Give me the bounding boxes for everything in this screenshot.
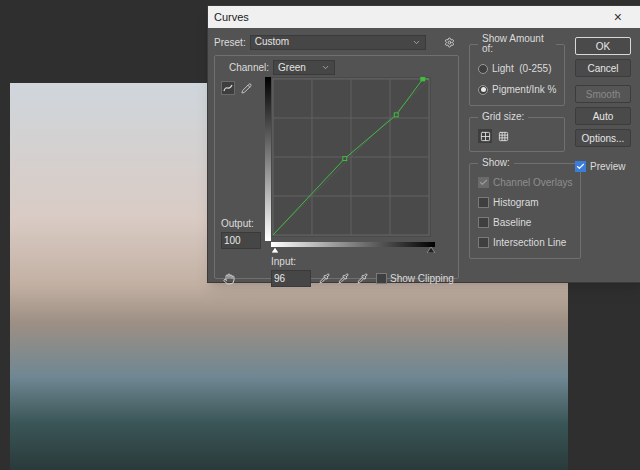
radio-option[interactable]: Pigment/Ink % [478, 82, 556, 97]
fine-grid-icon [498, 131, 509, 142]
curve-graph[interactable] [271, 77, 431, 237]
curve-point[interactable] [421, 77, 425, 81]
white-point-slider-icon[interactable] [271, 247, 279, 253]
show-option-checkbox [478, 177, 489, 188]
curve-tool-icon [223, 83, 233, 93]
preview-label: Preview [590, 159, 626, 174]
chevron-down-icon [412, 38, 421, 47]
targeted-adjustment-icon[interactable] [223, 273, 235, 285]
gear-icon[interactable] [444, 37, 455, 48]
grid-size-button[interactable] [478, 129, 492, 143]
title-bar[interactable]: Curves × [208, 6, 640, 28]
channel-dropdown[interactable]: Green [273, 60, 335, 75]
preset-dropdown[interactable]: Custom [250, 35, 426, 50]
dialog-button[interactable]: Options... [575, 129, 631, 147]
input-field[interactable]: 96 [271, 270, 311, 287]
show-option-checkbox[interactable] [478, 197, 489, 208]
show-option-checkbox[interactable] [478, 217, 489, 228]
curve-point[interactable] [394, 113, 398, 117]
channel-label: Channel: [229, 60, 269, 75]
input-label: Input: [271, 254, 454, 269]
coarse-grid-icon [480, 131, 491, 142]
curve-panel: Channel:GreenOutput:100Input:96Show Clip… [214, 55, 459, 279]
show-group: Show:Channel OverlaysHistogramBaselineIn… [469, 158, 581, 259]
show-clipping-checkbox[interactable] [376, 273, 387, 284]
show-option-label: Baseline [493, 215, 531, 230]
show-option-checkbox[interactable] [478, 237, 489, 248]
curves-dialog: Curves × Preset: Custom Channel: Green Output:… [207, 5, 640, 283]
curve-tool-button[interactable] [221, 81, 235, 95]
check-icon [576, 162, 585, 171]
dialog-button[interactable]: Auto [575, 107, 631, 125]
show-option-label: Channel Overlays [493, 175, 572, 190]
curve-point[interactable] [343, 157, 347, 161]
check-icon [479, 178, 488, 187]
preview-checkbox[interactable] [575, 161, 586, 172]
output-field[interactable]: 100 [221, 232, 261, 249]
grid-size-group: Grid size: [469, 112, 565, 152]
show-amount-group: Show Amount of:Light (0-255)Pigment/Ink … [469, 34, 565, 106]
show-option-label: Intersection Line [493, 235, 566, 250]
preset-label: Preset: [214, 35, 246, 50]
black-eyedropper-icon[interactable] [319, 273, 330, 284]
dialog-button[interactable]: OK [575, 37, 631, 55]
curve-line[interactable] [273, 79, 429, 235]
radio-option[interactable]: Light (0-255) [478, 61, 556, 76]
black-point-slider-icon[interactable] [427, 247, 435, 253]
show-option-label: Histogram [493, 195, 539, 210]
pencil-icon[interactable] [241, 83, 252, 94]
window-title: Curves [214, 9, 249, 26]
gray-eyedropper-icon[interactable] [338, 273, 349, 284]
input-gradient [271, 242, 435, 247]
output-label: Output: [221, 216, 265, 231]
dialog-button[interactable]: Cancel [575, 59, 631, 77]
close-button[interactable]: × [614, 10, 622, 24]
show-clipping-label: Show Clipping [390, 271, 454, 286]
grid-size-button[interactable] [496, 129, 510, 143]
dialog-button: Smooth [575, 85, 631, 103]
screen: Curves × Preset: Custom Channel: Green Output:… [0, 0, 640, 470]
white-eyedropper-icon[interactable] [357, 273, 368, 284]
chevron-down-icon [321, 63, 330, 72]
